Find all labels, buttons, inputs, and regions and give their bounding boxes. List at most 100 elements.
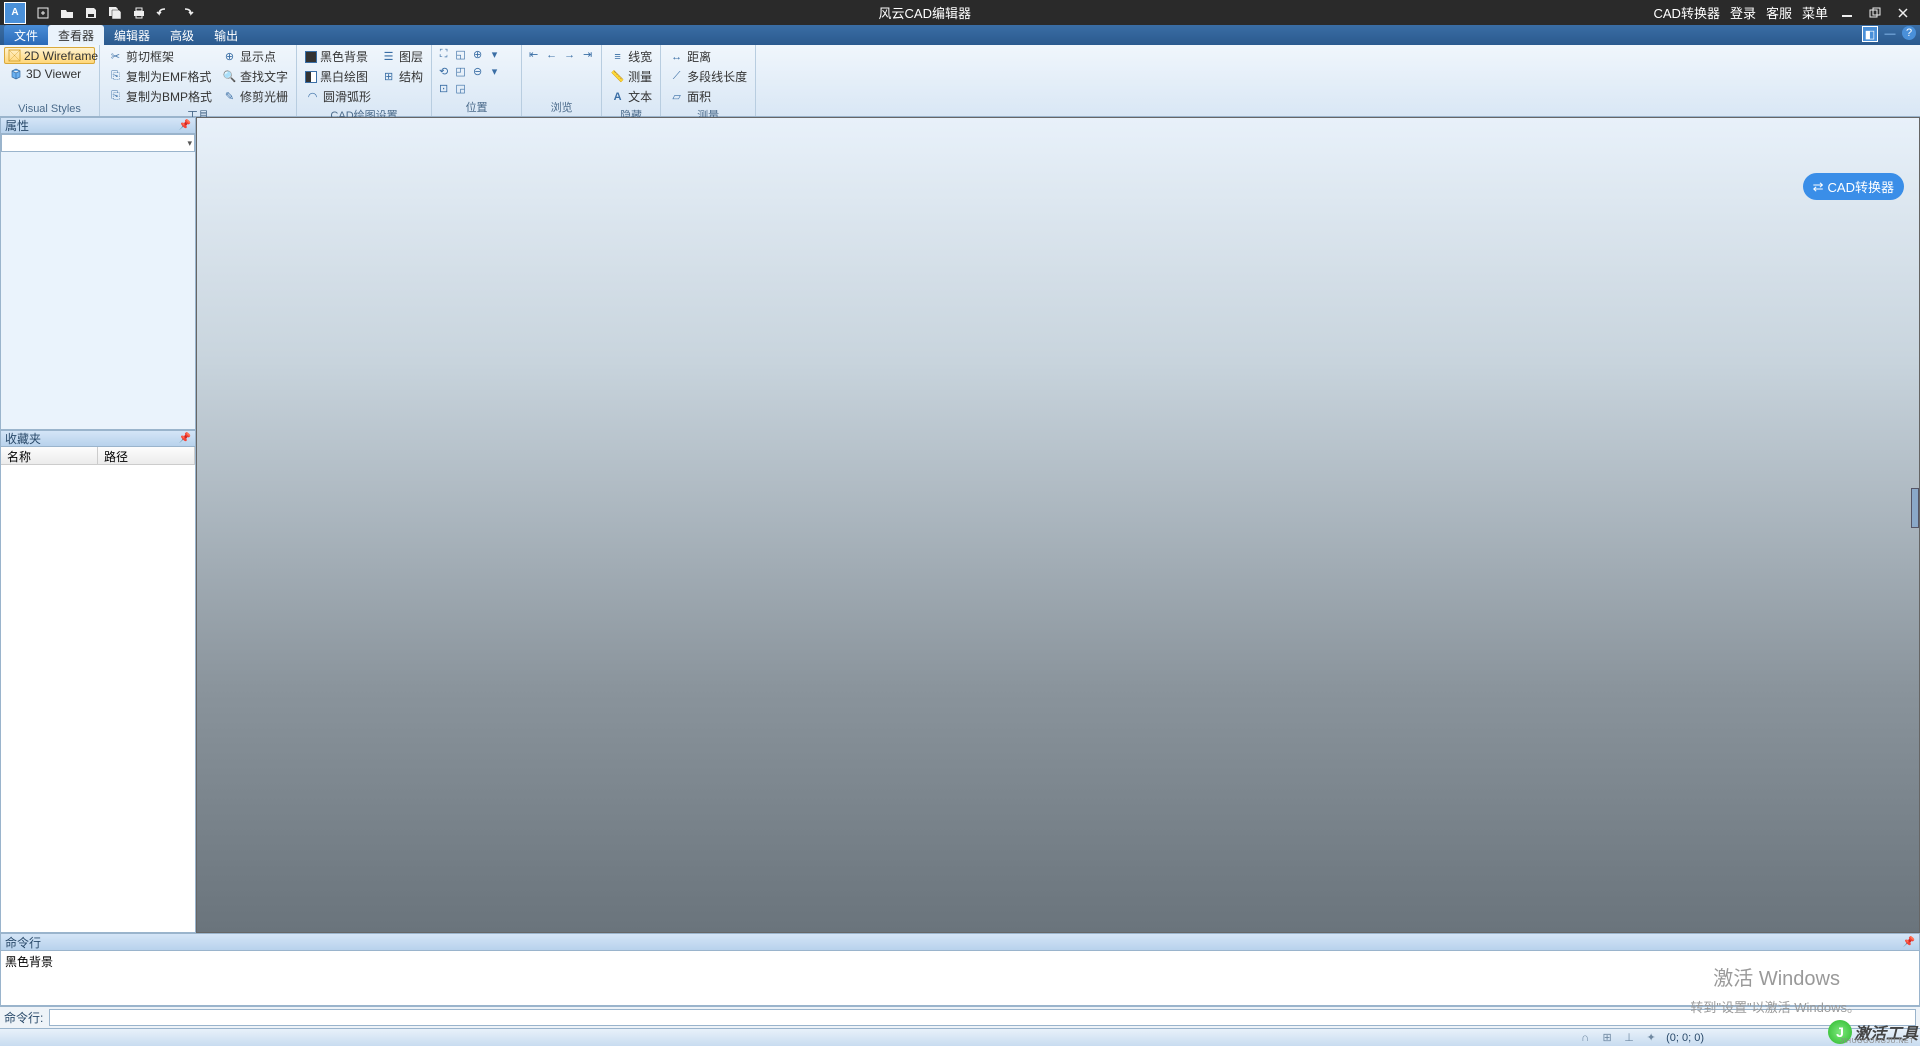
square-icon: [305, 51, 317, 63]
properties-panel: [0, 134, 196, 430]
zoom-prev-icon[interactable]: ⟲: [436, 64, 451, 79]
tab-advanced[interactable]: 高级: [160, 25, 204, 45]
properties-panel-header[interactable]: 属性 📌: [0, 117, 196, 134]
viewer3d-button[interactable]: 3D Viewer: [4, 65, 95, 82]
pin-icon[interactable]: 📌: [179, 120, 191, 131]
polyline-icon: ⟋: [669, 69, 684, 84]
snap-icon[interactable]: ∩: [1578, 1031, 1592, 1045]
tab-file[interactable]: 文件: [4, 25, 48, 45]
distance-button[interactable]: ↔距离: [665, 47, 751, 66]
zoom-all-icon[interactable]: ◰: [453, 64, 468, 79]
print-icon[interactable]: [130, 4, 148, 22]
zoom-dd-icon[interactable]: ▾: [487, 47, 502, 62]
favorites-panel: 名称 路径: [0, 447, 196, 933]
main-area: 属性 📌 收藏夹 📌 名称 路径 ⇄ CAD转换器: [0, 117, 1920, 933]
minimize-icon[interactable]: [1838, 4, 1856, 22]
grid-icon[interactable]: ⊞: [1600, 1031, 1614, 1045]
trim-cursor-button[interactable]: ✎修剪光栅: [218, 87, 292, 106]
search-icon: 🔍: [222, 69, 237, 84]
menu-link[interactable]: 菜单: [1802, 3, 1828, 22]
tab-output[interactable]: 输出: [204, 25, 248, 45]
drawing-canvas[interactable]: ⇄ CAD转换器: [196, 117, 1920, 933]
text-toggle-button[interactable]: A文本: [606, 87, 656, 106]
new-icon[interactable]: [34, 4, 52, 22]
ribbon-minimize-icon[interactable]: —: [1882, 26, 1898, 42]
pan-icon[interactable]: ⊡: [436, 81, 451, 96]
polyline-len-button[interactable]: ⟋多段线长度: [665, 67, 751, 86]
save-icon[interactable]: [82, 4, 100, 22]
properties-dropdown[interactable]: [1, 134, 195, 152]
target-icon: ⊕: [222, 49, 237, 64]
redo-icon[interactable]: [178, 4, 196, 22]
favorites-panel-header[interactable]: 收藏夹 📌: [0, 430, 196, 447]
pin-icon[interactable]: 📌: [1903, 937, 1915, 948]
wireframe2d-button[interactable]: 2D Wireframe: [4, 47, 95, 64]
side-tab-handle[interactable]: [1911, 488, 1919, 528]
service-link[interactable]: 客服: [1766, 3, 1792, 22]
undo-icon[interactable]: [154, 4, 172, 22]
wireframe-icon: [8, 48, 21, 63]
login-link[interactable]: 登录: [1730, 3, 1756, 22]
find-text-button[interactable]: 🔍查找文字: [218, 67, 292, 86]
copy-emf-button[interactable]: ⎘复制为EMF格式: [104, 67, 216, 86]
panel-title: 属性: [5, 117, 29, 134]
status-bar: ∩ ⊞ ⊥ ✦ (0; 0; 0): [0, 1028, 1920, 1046]
pos-icon[interactable]: ◲: [453, 81, 468, 96]
osnap-icon[interactable]: ✦: [1644, 1031, 1658, 1045]
arc-smooth-button[interactable]: ◠圆滑弧形: [301, 87, 375, 106]
area-button[interactable]: ▱面积: [665, 87, 751, 106]
nav-first-icon[interactable]: ⇤: [526, 47, 541, 62]
tab-editor[interactable]: 编辑器: [104, 25, 160, 45]
line-width-button[interactable]: ≡线宽: [606, 47, 656, 66]
command-input[interactable]: [49, 1009, 1916, 1026]
maximize-icon[interactable]: [1866, 4, 1884, 22]
black-bg-button[interactable]: 黑色背景: [301, 47, 375, 66]
cad-converter-badge[interactable]: ⇄ CAD转换器: [1803, 173, 1904, 200]
command-prompt-label: 命令行:: [4, 1009, 43, 1026]
panel-title: 命令行: [5, 934, 41, 951]
zoom-in-icon[interactable]: ⊕: [470, 47, 485, 62]
help-icon[interactable]: ?: [1902, 26, 1916, 40]
bw-draw-button[interactable]: 黑白绘图: [301, 67, 375, 86]
group-title: Visual Styles: [4, 102, 95, 116]
title-right: CAD转换器 登录 客服 菜单: [1654, 3, 1913, 22]
copy-icon: ⎘: [108, 89, 123, 104]
square-icon: [305, 71, 317, 83]
zoom-dd2-icon[interactable]: ▾: [487, 64, 502, 79]
close-icon[interactable]: [1894, 4, 1912, 22]
ribbon-option-icon[interactable]: ◧: [1862, 26, 1878, 42]
measure-toggle-button[interactable]: 📏测量: [606, 67, 656, 86]
saveall-icon[interactable]: [106, 4, 124, 22]
arc-icon: ◠: [305, 89, 320, 104]
zoom-window-icon[interactable]: ◱: [453, 47, 468, 62]
cad-converter-link[interactable]: CAD转换器: [1654, 3, 1720, 22]
tab-viewer[interactable]: 查看器: [48, 25, 104, 45]
nav-last-icon[interactable]: ⇥: [580, 47, 595, 62]
command-panel-header[interactable]: 命令行 📌: [0, 933, 1920, 951]
show-point-button[interactable]: ⊕显示点: [218, 47, 292, 66]
col-name[interactable]: 名称: [1, 447, 98, 464]
open-icon[interactable]: [58, 4, 76, 22]
trim-icon: ✎: [222, 89, 237, 104]
cube-icon: [8, 66, 23, 81]
nav-prev-icon[interactable]: ←: [544, 47, 559, 62]
app-icon: A: [4, 2, 26, 24]
ortho-icon[interactable]: ⊥: [1622, 1031, 1636, 1045]
clip-icon: ✂: [108, 49, 123, 64]
ribbon-group-visual-styles: 2D Wireframe 3D Viewer Visual Styles: [0, 45, 100, 116]
pin-icon[interactable]: 📌: [179, 433, 191, 444]
col-path[interactable]: 路径: [98, 447, 195, 464]
layer-button[interactable]: ☰图层: [377, 47, 427, 66]
window-title: 风云CAD编辑器: [196, 3, 1654, 22]
copy-bmp-button[interactable]: ⎘复制为BMP格式: [104, 87, 216, 106]
zoom-out-icon[interactable]: ⊖: [470, 64, 485, 79]
zoom-extents-icon[interactable]: ⛶: [436, 47, 451, 62]
command-history: 黑色背景: [0, 951, 1920, 1006]
structure-button[interactable]: ⊞结构: [377, 67, 427, 86]
clip-frame-button[interactable]: ✂剪切框架: [104, 47, 216, 66]
menu-tabs: 文件 查看器 编辑器 高级 输出 ◧ — ?: [0, 25, 1920, 45]
nav-next-icon[interactable]: →: [562, 47, 577, 62]
title-bar: A 风云CAD编辑器 CAD转换器 登录 客服 菜单: [0, 0, 1920, 25]
structure-icon: ⊞: [381, 69, 396, 84]
distance-icon: ↔: [669, 49, 684, 64]
